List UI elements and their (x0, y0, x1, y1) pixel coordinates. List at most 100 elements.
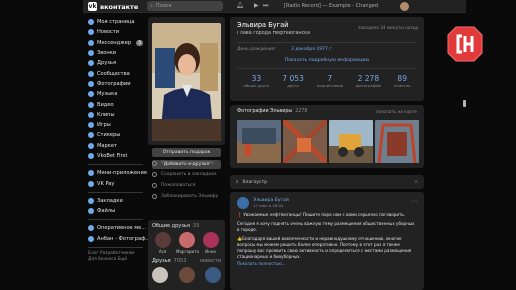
counter-label: подписчиков (316, 83, 343, 88)
profile-action-bell[interactable]: Уведомлять о записях (148, 158, 225, 169)
market-icon (88, 142, 94, 149)
show-more-info-link[interactable]: Показать подробную информацию (237, 58, 417, 63)
friend-name: Ася (158, 249, 167, 254)
profile-actions: Уведомлять о записях Сохранить в закладка… (148, 158, 225, 202)
sidebar-item-group[interactable]: Оперативное ме... (88, 223, 146, 233)
common-friend[interactable]: Инна (200, 232, 221, 254)
photo-thumb[interactable] (329, 120, 373, 163)
groups-icon (88, 70, 94, 77)
sidebar-item-pay[interactable]: VK Pay (88, 178, 143, 188)
more-options-icon[interactable]: ⋯ (411, 198, 417, 205)
photos-count: 2278 (295, 109, 308, 114)
profile-photo[interactable] (152, 23, 221, 141)
friend-avatar[interactable] (152, 267, 168, 283)
profile-action-label: Уведомлять о записях (161, 161, 214, 166)
post-paragraph: ❗ Уважаемые нефтеюганцы! Пишите пора нам… (237, 212, 406, 217)
sidebar-item-groups[interactable]: Сообщества (88, 68, 143, 78)
profile-action-bookmark[interactable]: Сохранить в закладках (148, 169, 225, 180)
block-icon (152, 194, 157, 199)
player-track-title[interactable]: [Radio Record] — Example - Changed T... (284, 3, 379, 9)
search-input[interactable]: ⌕ Поиск (147, 1, 223, 11)
profile-action-flag[interactable]: Пожаловаться (148, 180, 225, 191)
music-icon (88, 91, 94, 98)
sidebar: Моя страница Новости Мессенджер 5 Звонки Друз… (88, 17, 150, 263)
sidebar-item-chat[interactable]: Мессенджер 5 (88, 38, 143, 48)
sidebar-item-market[interactable]: Маркет (88, 141, 143, 151)
user-avatar[interactable] (400, 2, 409, 11)
show-full-post-link[interactable]: Показать полностью... (237, 261, 417, 266)
sidebar-item-label: Маркет (97, 142, 117, 149)
wall-search-input[interactable]: благоустр (243, 180, 268, 185)
sidebar-item-label: VK Pay (97, 180, 115, 187)
sidebar-item-video[interactable]: Видео (88, 99, 143, 109)
sidebar-item-star[interactable]: VkoBet First (88, 151, 143, 161)
sidebar-item-news[interactable]: Новости (88, 27, 143, 37)
sidebar-item-label: Друзья (97, 60, 117, 67)
common-friend[interactable]: Ася (152, 232, 173, 254)
sidebar-item-phone[interactable]: Звонки (88, 48, 143, 58)
bookmark-icon (88, 197, 94, 204)
common-friends-card: Общие друзья 33 Ася Маргарита Инна Друзья … (148, 220, 225, 290)
post-date[interactable]: 17 июл в 18:02 (253, 203, 289, 208)
sidebar-item-file[interactable]: Файлы (88, 206, 143, 216)
sidebar-item-bookmark[interactable]: Закладки (88, 196, 143, 206)
notifications-bell-icon[interactable]: 🔔︎ (236, 2, 244, 10)
photo-strip (237, 120, 419, 163)
sidebar-item-group[interactable]: Анбан - Фотограф... (88, 234, 150, 244)
friend-avatar[interactable] (205, 267, 221, 283)
phone-icon (88, 50, 94, 57)
profile-counter[interactable]: 7 053 друга (282, 74, 303, 88)
next-track-icon[interactable]: ⏭︎ (263, 2, 268, 10)
sidebar-divider (88, 219, 143, 221)
friend-avatar[interactable] (178, 267, 195, 283)
sidebar-footer-links[interactable]: Для бизнеса Ещё (88, 257, 143, 263)
sidebar-item-friends[interactable]: Друзья (88, 58, 143, 68)
common-friends-count: 33 (192, 223, 200, 229)
birthday-value[interactable]: 3 декабря 1977 г. (291, 47, 333, 52)
wall-search-bar[interactable]: ⌕ благоустр × (230, 175, 424, 189)
post-author-avatar[interactable] (237, 197, 249, 209)
photo-thumb[interactable] (283, 120, 327, 163)
user-icon (88, 19, 94, 26)
common-friends-title[interactable]: Общие друзья (152, 223, 190, 229)
profile-info-card: Эльвира Бугай Глава города Нефтеюганска … (230, 17, 424, 101)
friend-avatar (178, 232, 195, 248)
profile-counter[interactable]: 33 общих друга (244, 74, 270, 88)
scrollbar-thumb[interactable] (463, 100, 466, 107)
friends-updates-link[interactable]: новости (200, 258, 221, 264)
photo-thumb-image (329, 120, 373, 163)
profile-counter[interactable]: 2 278 фотографий (356, 74, 381, 88)
play-icon[interactable]: ▶ (254, 2, 259, 9)
profile-counter[interactable]: 7 подписчиков (317, 74, 343, 88)
friend-name: Инна (205, 249, 216, 254)
profile-counter[interactable]: 89 отметок (394, 74, 411, 88)
sidebar-item-apps[interactable]: Мини-приложения (88, 168, 147, 178)
sidebar-item-sticker[interactable]: Стикеры (88, 130, 143, 140)
sidebar-item-label: Игры (97, 122, 111, 129)
friends-title[interactable]: Друзья (152, 258, 171, 264)
sidebar-item-label: Мини-приложения (97, 170, 147, 177)
profile-action-block[interactable]: Заблокировать Эльвиру (148, 191, 225, 202)
photo-thumb[interactable] (237, 120, 281, 163)
sidebar-item-clips[interactable]: Клипы (88, 110, 143, 120)
photos-title[interactable]: Фотографии Эльвиры (237, 109, 292, 114)
vk-logo[interactable]: vk вконтакте (88, 1, 138, 12)
sidebar-item-games[interactable]: Игры (88, 120, 143, 130)
show-on-map-link[interactable]: показать на карте (376, 109, 417, 114)
bell-icon (152, 161, 157, 166)
sidebar-item-label: Звонки (97, 50, 117, 57)
send-gift-button[interactable]: Отправить подарок (152, 148, 221, 157)
friend-avatar (154, 232, 171, 248)
clear-search-icon[interactable]: × (414, 180, 418, 185)
counter-value: 89 (397, 74, 407, 83)
friend-name: Маргарита (176, 249, 199, 254)
common-friend[interactable]: Маргарита (176, 232, 199, 254)
search-icon: ⌕ (150, 3, 153, 9)
sidebar-item-music[interactable]: Музыка (88, 89, 143, 99)
sidebar-item-label: VkoBet First (97, 153, 128, 159)
photo-thumb[interactable] (375, 120, 419, 163)
search-placeholder: Поиск (155, 3, 172, 9)
sidebar-item-photo[interactable]: Фотографии (88, 79, 143, 89)
sidebar-item-user[interactable]: Моя страница (88, 17, 143, 27)
counter-value: 7 053 (282, 74, 304, 83)
